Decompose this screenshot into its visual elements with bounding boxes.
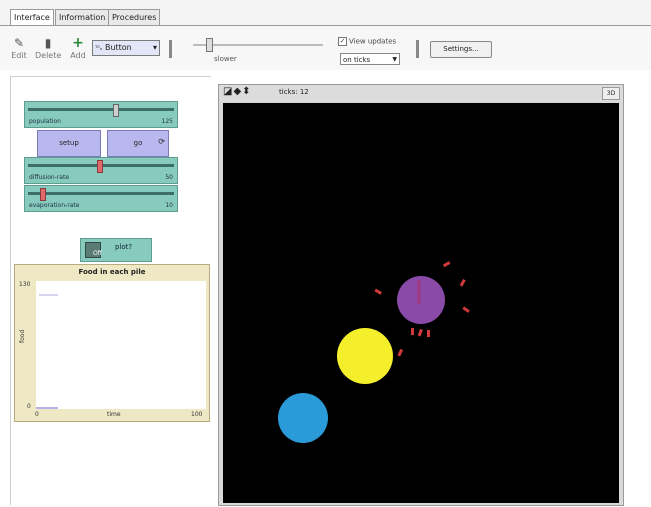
ant <box>462 306 470 313</box>
plot-switch[interactable]: Off plot? <box>80 238 152 262</box>
add-label: Add <box>70 51 86 60</box>
speed-label: slower <box>214 55 237 63</box>
slider-value: 125 <box>161 118 173 125</box>
go-button[interactable]: go ⟳ <box>107 130 169 157</box>
forever-icon: ⟳ <box>158 137 165 146</box>
plot-ylabel: food <box>19 329 26 343</box>
plot-lines <box>36 294 58 409</box>
slider-knob[interactable] <box>40 188 46 201</box>
ant <box>427 330 430 337</box>
slider-name: population <box>29 118 61 125</box>
view-header: ◪◆⬍ ticks: 12 3D <box>219 85 623 101</box>
tab-information[interactable]: Information <box>55 9 110 26</box>
tab-bar: Interface Information Procedures <box>0 0 651 27</box>
go-label: go <box>133 139 143 147</box>
plot-ymax: 130 <box>19 281 31 288</box>
setup-button[interactable]: setup <box>37 130 101 157</box>
slider-track <box>28 192 174 195</box>
evaporation-rate-slider[interactable]: evaporation-rate 10 <box>24 185 178 212</box>
slider-value: 10 <box>165 202 173 209</box>
plus-icon: + <box>72 35 84 51</box>
ant <box>417 328 423 337</box>
world-graphics <box>278 261 470 443</box>
edit-label: Edit <box>11 51 27 60</box>
diffusion-rate-slider[interactable]: diffusion-rate 50 <box>24 157 178 184</box>
trash-icon: ▮ <box>44 36 52 50</box>
switch-state: Off <box>93 250 102 257</box>
tab-procedures[interactable]: Procedures <box>108 9 161 26</box>
checkmark-icon: ✓ <box>338 37 347 46</box>
toolbar-divider <box>416 40 419 58</box>
widget-type-select[interactable]: ᵀ⁰ₓ Button ▾ <box>92 40 160 56</box>
tick-counter: ticks: 12 <box>279 88 309 96</box>
slider-knob[interactable] <box>97 160 103 173</box>
plot-title: Food in each pile <box>78 268 146 276</box>
world-canvas[interactable] <box>223 103 619 503</box>
plot-area <box>36 281 206 409</box>
view-updates-checkbox[interactable]: ✓ View updates <box>338 37 396 46</box>
delete-label: Delete <box>35 51 62 60</box>
settings-button[interactable]: Settings... <box>430 41 492 58</box>
switch-label: plot? <box>115 243 133 251</box>
delete-tool[interactable]: ▮ Delete <box>35 35 61 60</box>
ant <box>374 288 382 295</box>
speed-slider-knob[interactable] <box>206 38 213 52</box>
population-slider[interactable]: population 125 <box>24 101 178 128</box>
slider-name: evaporation-rate <box>29 202 80 209</box>
slider-value: 50 <box>165 174 173 181</box>
ant <box>442 261 451 268</box>
slider-track <box>28 108 174 111</box>
food-plot: Food in each pile 130 0 food 0 time 100 <box>14 264 210 422</box>
update-mode-value: on ticks <box>343 56 371 64</box>
chevron-down-icon: ▼ <box>392 56 397 63</box>
ant <box>459 279 466 287</box>
add-tool[interactable]: + Add <box>65 35 91 60</box>
plot-xmin: 0 <box>35 411 39 418</box>
update-mode-select[interactable]: on ticks ▼ <box>340 53 400 65</box>
plot-ymin: 0 <box>27 403 31 410</box>
food-pile-blue <box>278 393 328 443</box>
slider-knob[interactable] <box>113 104 119 117</box>
plot-xmax: 100 <box>191 411 203 418</box>
pencil-icon: ✎ <box>13 36 25 50</box>
ant <box>411 328 414 335</box>
nest-marker <box>417 280 421 304</box>
slider-name: diffusion-rate <box>29 174 70 181</box>
button-widget-icon: ᵀ⁰ₓ <box>95 45 103 52</box>
edit-tool[interactable]: ✎ Edit <box>6 35 32 60</box>
view-control-icons[interactable]: ◪◆⬍ <box>223 86 252 97</box>
food-pile-yellow <box>337 328 393 384</box>
widget-type-value: Button <box>104 43 132 52</box>
view-updates-label: View updates <box>349 37 397 46</box>
setup-label: setup <box>59 139 79 147</box>
chevron-down-icon: ▾ <box>152 43 157 52</box>
3d-button[interactable]: 3D <box>602 87 620 100</box>
ant <box>397 348 404 357</box>
toolbar-divider <box>169 40 172 58</box>
world-view: ◪◆⬍ ticks: 12 3D <box>218 84 624 506</box>
plot-xlabel: time <box>107 411 121 418</box>
